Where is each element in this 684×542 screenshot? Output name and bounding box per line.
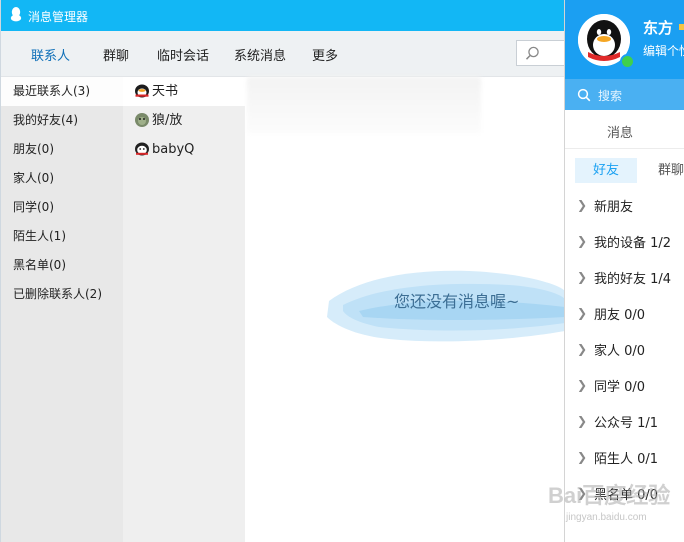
friend-group-label: 同学 0/0 <box>594 380 646 395</box>
friend-group-strangers[interactable]: ❯ 陌生人 0/1 <box>565 442 684 478</box>
friend-group-my-devices[interactable]: ❯ 我的设备 1/2 <box>565 226 684 262</box>
babyq-avatar-icon <box>135 142 149 156</box>
group-friends[interactable]: 朋友(0) <box>1 135 123 164</box>
chevron-right-icon: ❯ <box>577 378 588 392</box>
title-bar[interactable]: 消息管理器 <box>1 0 567 31</box>
chevron-right-icon: ❯ <box>577 414 588 428</box>
panel-search-input[interactable]: 搜索 <box>565 79 684 110</box>
watermark-logo: Bai百度经验 <box>548 483 671 508</box>
tab-more[interactable]: 更多 <box>312 45 338 64</box>
contact-list: 天书 狼/放 babyQ <box>123 77 245 542</box>
contact-name: babyQ <box>152 142 195 157</box>
friend-group-friends[interactable]: ❯ 朋友 0/0 <box>565 298 684 334</box>
penguin-avatar-icon <box>135 84 149 98</box>
message-content-area: 您还没有消息喔~ <box>245 77 567 542</box>
contact-item[interactable]: 天书 <box>123 77 245 106</box>
group-family[interactable]: 家人(0) <box>1 164 123 193</box>
friend-group-label: 朋友 0/0 <box>594 308 646 323</box>
chevron-right-icon: ❯ <box>577 450 588 464</box>
tab-group-chat[interactable]: 群聊 <box>103 45 129 64</box>
group-strangers[interactable]: 陌生人(1) <box>1 222 123 251</box>
online-status-icon[interactable] <box>620 54 635 69</box>
qq-logo-icon <box>10 7 22 22</box>
friend-group-family[interactable]: ❯ 家人 0/0 <box>565 334 684 370</box>
friend-group-classmates[interactable]: ❯ 同学 0/0 <box>565 370 684 406</box>
group-classmates[interactable]: 同学(0) <box>1 193 123 222</box>
friend-group-label: 新朋友 <box>594 200 634 215</box>
tab-temp-chat[interactable]: 临时会话 <box>157 45 209 64</box>
friend-group-label: 家人 0/0 <box>594 344 646 359</box>
divider <box>565 148 684 149</box>
empty-message-text: 您还没有消息喔~ <box>394 292 520 311</box>
contact-name: 天书 <box>152 84 179 99</box>
friend-group-official-accounts[interactable]: ❯ 公众号 1/1 <box>565 406 684 442</box>
message-manager-window: 消息管理器 联系人 群聊 临时会话 系统消息 更多 最近联系人(3) 我的好友(… <box>0 0 572 542</box>
chevron-right-icon: ❯ <box>577 342 588 356</box>
nickname: 东方 <box>643 19 674 37</box>
group-blacklist[interactable]: 黑名单(0) <box>1 251 123 280</box>
group-recent-contacts[interactable]: 最近联系人(3) <box>1 77 123 106</box>
signature-field[interactable]: 编辑个性签名 <box>643 42 684 59</box>
tab-messages[interactable]: 消息 <box>607 122 633 141</box>
nav-bar: 联系人 群聊 临时会话 系统消息 更多 <box>1 31 572 77</box>
friend-group-my-friends[interactable]: ❯ 我的好友 1/4 <box>565 262 684 298</box>
tab-contacts[interactable]: 联系人 <box>31 45 70 64</box>
vip-badge-icon[interactable] <box>679 24 684 30</box>
chevron-right-icon: ❯ <box>577 234 588 248</box>
profile-header: 东方 编辑个性签名 搜索 <box>565 0 684 110</box>
chevron-right-icon: ❯ <box>577 306 588 320</box>
search-placeholder: 搜索 <box>598 89 623 103</box>
segment-friends[interactable]: 好友 <box>575 158 637 183</box>
friend-group-new-friends[interactable]: ❯ 新朋友 <box>565 190 684 226</box>
group-deleted-contacts[interactable]: 已删除联系人(2) <box>1 280 123 309</box>
friend-group-label: 陌生人 0/1 <box>594 452 659 467</box>
friend-group-label: 我的设备 1/2 <box>594 236 672 251</box>
wolf-avatar-icon <box>135 113 149 127</box>
window-title: 消息管理器 <box>28 10 89 24</box>
chevron-right-icon: ❯ <box>577 198 588 212</box>
qq-main-panel: 东方 编辑个性签名 搜索 消息 好友 群聊 ❯ 新朋友 ❯ 我的设备 1/2 ❯… <box>564 0 684 542</box>
chevron-right-icon: ❯ <box>577 270 588 284</box>
contact-item[interactable]: babyQ <box>123 135 245 164</box>
contact-item[interactable]: 狼/放 <box>123 106 245 135</box>
search-icon <box>525 46 539 60</box>
friend-group-label: 我的好友 1/4 <box>594 272 672 287</box>
tab-system-messages[interactable]: 系统消息 <box>234 45 286 64</box>
search-icon <box>577 88 591 102</box>
group-my-friends[interactable]: 我的好友(4) <box>1 106 123 135</box>
segment-groups[interactable]: 群聊 <box>658 158 684 183</box>
friend-group-label: 公众号 1/1 <box>594 416 659 431</box>
contact-name: 狼/放 <box>152 113 183 128</box>
watermark-url: jingyan.baidu.com <box>566 512 647 523</box>
blurred-header <box>247 77 481 133</box>
contact-group-list: 最近联系人(3) 我的好友(4) 朋友(0) 家人(0) 同学(0) 陌生人(1… <box>1 77 123 542</box>
